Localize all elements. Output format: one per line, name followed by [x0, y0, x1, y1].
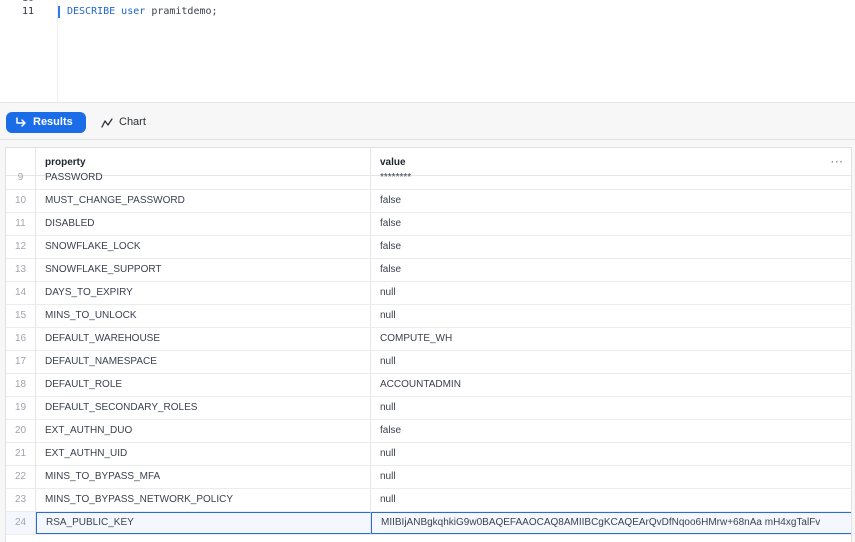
- cell-property[interactable]: RSA_PUBLIC_KEY: [36, 512, 371, 534]
- cell-value[interactable]: null: [371, 466, 851, 488]
- cell-value[interactable]: false: [371, 213, 851, 235]
- table-row[interactable]: 18 DEFAULT_ROLE ACCOUNTADMIN: [6, 374, 851, 397]
- cell-property[interactable]: EXT_AUTHN_DUO: [36, 420, 371, 442]
- cell-value[interactable]: null: [371, 282, 851, 304]
- row-number: 9: [6, 167, 36, 189]
- table-row[interactable]: 24 RSA_PUBLIC_KEY MIIBIjANBgkqhkiG9w0BAQEF…: [6, 512, 851, 535]
- cell-value[interactable]: null: [371, 351, 851, 373]
- result-tabs-bar: Results Chart: [0, 102, 855, 140]
- tab-chart[interactable]: Chart: [101, 112, 146, 133]
- row-number: 22: [6, 466, 36, 488]
- cell-property[interactable]: MUST_CHANGE_PASSWORD: [36, 190, 371, 212]
- cell-value[interactable]: false: [371, 236, 851, 258]
- row-number: 14: [6, 282, 36, 304]
- results-grid: property value ··· 9 PASSWORD ******** 10 MU…: [5, 147, 852, 542]
- active-line-marker: [58, 6, 60, 18]
- cell-value[interactable]: false: [371, 420, 851, 442]
- row-number: 15: [6, 305, 36, 327]
- cell-value[interactable]: ********: [371, 167, 851, 189]
- cell-property[interactable]: PASSWORD: [36, 167, 371, 189]
- results-panel: property value ··· 9 PASSWORD ******** 10 MU…: [0, 140, 855, 542]
- row-number: 18: [6, 374, 36, 396]
- sql-keyword: DESCRIBE user: [67, 6, 146, 17]
- row-number: 12: [6, 236, 36, 258]
- table-row[interactable]: 13 SNOWFLAKE_SUPPORT false: [6, 259, 851, 282]
- table-row[interactable]: 23 MINS_TO_BYPASS_NETWORK_POLICY null: [6, 489, 851, 512]
- cell-property[interactable]: MINS_TO_UNLOCK: [36, 305, 371, 327]
- row-number: 24: [6, 512, 36, 534]
- row-number: 19: [6, 397, 36, 419]
- row-number: 17: [6, 351, 36, 373]
- sql-editor[interactable]: 10 11 DESCRIBE user pramitdemo;: [0, 0, 855, 102]
- row-number: 10: [6, 190, 36, 212]
- table-row[interactable]: 19 DEFAULT_SECONDARY_ROLES null: [6, 397, 851, 420]
- cell-property[interactable]: MINS_TO_BYPASS_MFA: [36, 466, 371, 488]
- table-row[interactable]: 16 DEFAULT_WAREHOUSE COMPUTE_WH: [6, 328, 851, 351]
- cell-value[interactable]: null: [371, 443, 851, 465]
- cell-property[interactable]: EXT_AUTHN_UID: [36, 443, 371, 465]
- table-row[interactable]: 15 MINS_TO_UNLOCK null: [6, 305, 851, 328]
- cell-property[interactable]: MINS_TO_BYPASS_NETWORK_POLICY: [36, 489, 371, 511]
- cell-property[interactable]: DEFAULT_WAREHOUSE: [36, 328, 371, 350]
- cell-property[interactable]: DAYS_TO_EXPIRY: [36, 282, 371, 304]
- cell-property[interactable]: DEFAULT_SECONDARY_ROLES: [36, 397, 371, 419]
- table-row[interactable]: 20 EXT_AUTHN_DUO false: [6, 420, 851, 443]
- cell-value[interactable]: COMPUTE_WH: [371, 328, 851, 350]
- row-number: 21: [6, 443, 36, 465]
- cell-property[interactable]: DEFAULT_ROLE: [36, 374, 371, 396]
- table-row[interactable]: 17 DEFAULT_NAMESPACE null: [6, 351, 851, 374]
- sql-identifier: pramitdemo;: [151, 6, 218, 17]
- cell-property[interactable]: SNOWFLAKE_LOCK: [36, 236, 371, 258]
- row-number: 13: [6, 259, 36, 281]
- table-row[interactable]: 9 PASSWORD ********: [6, 167, 851, 190]
- row-number: 23: [6, 489, 36, 511]
- sql-statement[interactable]: DESCRIBE user pramitdemo;: [67, 4, 218, 20]
- cell-value[interactable]: MIIBIjANBgkqhkiG9w0BAQEFAAOCAQ8AMIIBCgKC…: [371, 512, 851, 534]
- cell-value[interactable]: null: [371, 305, 851, 327]
- table-row[interactable]: 11 DISABLED false: [6, 213, 851, 236]
- line-number: 11: [21, 6, 34, 17]
- cell-value[interactable]: false: [371, 259, 851, 281]
- row-number: 11: [6, 213, 36, 235]
- table-row[interactable]: 22 MINS_TO_BYPASS_MFA null: [6, 466, 851, 489]
- cell-value[interactable]: false: [371, 190, 851, 212]
- line-chart-icon: [101, 117, 113, 128]
- cell-value[interactable]: ACCOUNTADMIN: [371, 374, 851, 396]
- table-row[interactable]: 10 MUST_CHANGE_PASSWORD false: [6, 190, 851, 213]
- row-number: 16: [6, 328, 36, 350]
- cell-property[interactable]: DEFAULT_NAMESPACE: [36, 351, 371, 373]
- cell-property[interactable]: DISABLED: [36, 213, 371, 235]
- arrow-return-icon: [15, 117, 27, 128]
- tab-results[interactable]: Results: [6, 112, 86, 133]
- table-row[interactable]: 14 DAYS_TO_EXPIRY null: [6, 282, 851, 305]
- row-number: 20: [6, 420, 36, 442]
- tab-chart-label: Chart: [119, 116, 146, 128]
- table-row[interactable]: 21 EXT_AUTHN_UID null: [6, 443, 851, 466]
- editor-line-current[interactable]: 11 DESCRIBE user pramitdemo;: [0, 4, 855, 20]
- cell-property[interactable]: SNOWFLAKE_SUPPORT: [36, 259, 371, 281]
- table-row[interactable]: 12 SNOWFLAKE_LOCK false: [6, 236, 851, 259]
- tab-results-label: Results: [33, 116, 73, 128]
- cell-value[interactable]: null: [371, 489, 851, 511]
- cell-value[interactable]: null: [371, 397, 851, 419]
